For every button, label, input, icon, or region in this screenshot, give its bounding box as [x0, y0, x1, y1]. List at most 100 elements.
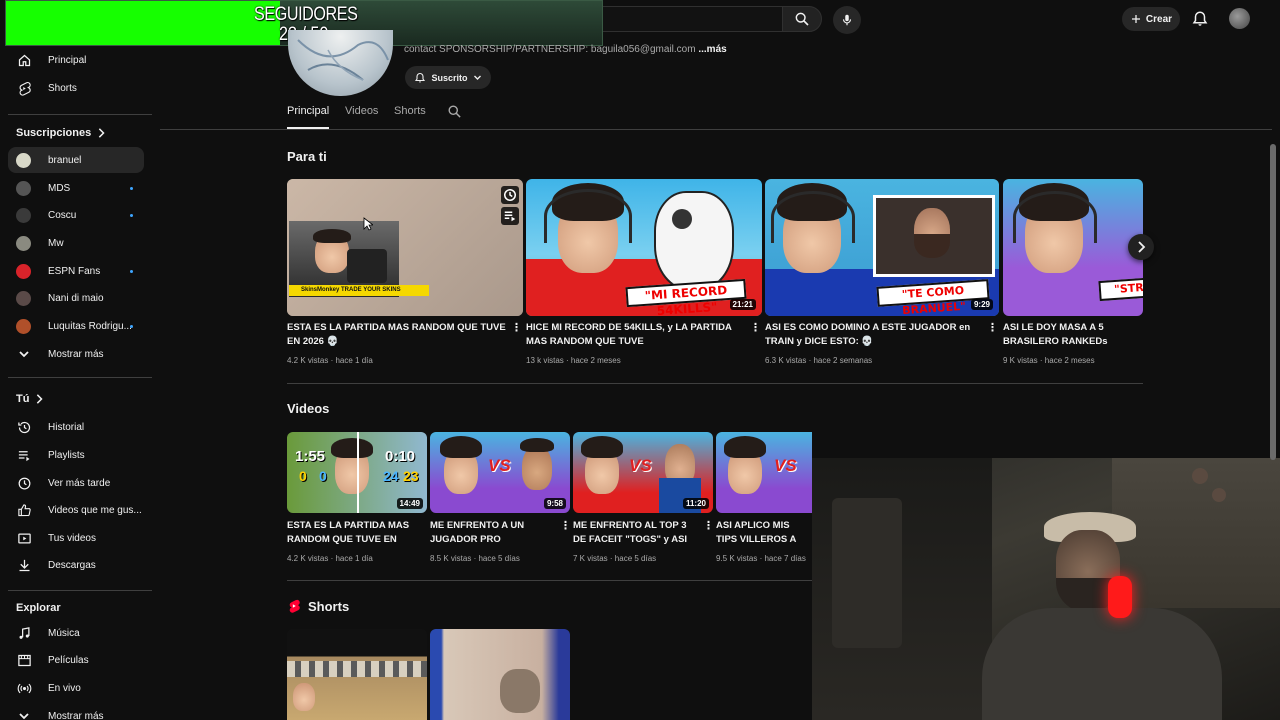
video-title[interactable]: ESTA ES LA PARTIDA MAS RANDOM QUE TUVE E…	[287, 519, 415, 547]
history-icon	[16, 419, 32, 435]
video-thumbnail[interactable]: VS 9:58	[430, 432, 570, 513]
show-more-explore[interactable]: Mostrar más	[8, 703, 144, 720]
sidebar-item-movies[interactable]: Películas	[8, 647, 144, 673]
sidebar-item-playlists[interactable]: Playlists	[8, 442, 144, 468]
section-title-videos: Videos	[287, 401, 330, 416]
video-title[interactable]: ME ENFRENTO AL TOP 3 DE FACEIT "TOGS" y …	[573, 519, 701, 547]
tab-shorts[interactable]: Shorts	[394, 105, 426, 117]
video-title[interactable]: ASI ES COMO DOMINO A ESTE JUGADOR en TRA…	[765, 321, 985, 349]
you-heading-label: Tú	[16, 393, 30, 405]
sidebar-item-watch-later[interactable]: Ver más tarde	[8, 470, 144, 496]
channel-avatar	[16, 235, 31, 251]
sidebar-subscription-branuel[interactable]: branuel	[8, 147, 144, 173]
more-options-icon[interactable]: ⋮	[750, 321, 761, 334]
channel-avatar-large[interactable]	[288, 30, 393, 96]
video-title[interactable]: ME ENFRENTO A UN JUGADOR PRO ARGENTINO..…	[430, 519, 558, 547]
video-thumbnail[interactable]: SkinsMonkey TRADE YOUR SKINS	[287, 179, 523, 316]
thumbnail-banner: "STR	[1098, 276, 1143, 302]
video-card[interactable]: SkinsMonkey TRADE YOUR SKINS ESTA ES LA …	[287, 179, 523, 369]
queue-icon	[504, 211, 516, 222]
video-title[interactable]: ASI APLICO MIS TIPS VILLEROS A UN JUGAD	[716, 519, 812, 547]
sidebar-item-your-videos[interactable]: Tus videos	[8, 525, 144, 551]
score-num: 24	[383, 468, 399, 484]
sidebar-subscription-coscu[interactable]: Coscu	[8, 202, 144, 228]
sidebar-item-label: Música	[48, 627, 80, 639]
sidebar-subscription-mw[interactable]: Mw	[8, 230, 144, 256]
sidebar-item-downloads[interactable]: Descargas	[8, 552, 144, 578]
video-card[interactable]: "MI RECORD 54KILLS" 21:21 HICE MI RECORD…	[526, 179, 762, 369]
add-to-queue-button[interactable]	[501, 207, 519, 225]
more-options-icon[interactable]: ⋮	[511, 321, 522, 334]
followers-progress-fill	[6, 1, 281, 45]
show-more-subscriptions[interactable]: Mostrar más	[8, 341, 144, 367]
channel-description[interactable]: contact SPONSORSHIP/PARTNERSHIP: baguila…	[404, 44, 727, 55]
video-card[interactable]: "TE COMO BRANUEL" 9:29 ASI ES COMO DOMIN…	[765, 179, 1001, 369]
search-button[interactable]	[782, 6, 822, 32]
channel-avatar	[16, 207, 31, 223]
chevron-down-icon	[16, 346, 32, 362]
versus-label: VS	[488, 456, 511, 475]
subscriptions-heading-label: Suscripciones	[16, 127, 92, 139]
downloads-icon	[16, 557, 32, 573]
sidebar-item-principal[interactable]: Principal	[8, 47, 144, 73]
bell-icon	[1192, 11, 1208, 26]
account-avatar[interactable]	[1229, 8, 1250, 29]
sidebar-item-shorts[interactable]: Shorts	[8, 75, 144, 101]
sidebar-item-label: Luquitas Rodrigu...	[48, 320, 132, 332]
video-card[interactable]: VS 9:58 ME ENFRENTO A UN JUGADOR PRO ARG…	[430, 432, 571, 568]
subscribed-button[interactable]: Suscrito	[405, 66, 491, 89]
notifications-button[interactable]	[1191, 10, 1209, 28]
voice-search-button[interactable]	[833, 6, 861, 34]
short-thumbnail[interactable]	[430, 629, 570, 720]
sidebar-subscription-nani-di-maio[interactable]: Nani di maio	[8, 285, 144, 311]
video-title[interactable]: ASI LE DOY MASA A 5 BRASILERO RANKEDs	[1003, 321, 1143, 349]
short-thumbnail[interactable]	[287, 629, 427, 720]
page-scrollbar[interactable]	[1270, 144, 1276, 460]
sidebar-subscription-luquitas[interactable]: Luquitas Rodrigu...	[8, 313, 144, 339]
video-title[interactable]: ESTA ES LA PARTIDA MAS RANDOM QUE TUVE E…	[287, 321, 507, 349]
video-thumbnail[interactable]: "TE COMO BRANUEL" 9:29	[765, 179, 999, 316]
more-options-icon[interactable]: ⋮	[987, 321, 998, 334]
you-heading[interactable]: Tú	[16, 393, 44, 405]
video-title[interactable]: HICE MI RECORD DE 54KILLS, y LA PARTIDA …	[526, 321, 746, 349]
sidebar-item-history[interactable]: Historial	[8, 414, 144, 440]
video-meta: 9.5 K vistas · hace 7 días	[716, 554, 806, 563]
video-thumbnail[interactable]: VS	[716, 432, 812, 513]
search-input[interactable]	[598, 6, 782, 32]
chevron-down-icon	[473, 75, 481, 80]
sidebar-subscription-mds[interactable]: MDS	[8, 175, 144, 201]
description-more-link[interactable]: ...más	[698, 44, 726, 55]
video-duration: 14:49	[396, 498, 423, 509]
tabs-divider	[160, 129, 1272, 130]
sidebar-item-label: Videos que me gus...	[48, 504, 142, 516]
sidebar-item-music[interactable]: Música	[8, 620, 144, 646]
sidebar-item-liked-videos[interactable]: Videos que me gus...	[8, 497, 144, 523]
sidebar-item-label: En vivo	[48, 682, 81, 694]
tab-principal[interactable]: Principal	[287, 105, 329, 117]
video-card[interactable]: 1:55 0:10 0 0 24 23 14:49 ESTA ES LA PAR…	[287, 432, 427, 568]
sidebar-item-live[interactable]: En vivo	[8, 675, 144, 701]
carousel-next-button[interactable]	[1128, 234, 1154, 260]
more-options-icon[interactable]: ⋮	[560, 519, 571, 532]
video-card[interactable]: VS 11:20 ME ENFRENTO AL TOP 3 DE FACEIT …	[573, 432, 714, 568]
sidebar-item-label: MDS	[48, 182, 71, 194]
video-meta: 4.2 K vistas · hace 1 día	[287, 554, 373, 563]
watch-later-button[interactable]	[501, 186, 519, 204]
video-meta: 9 K vistas · hace 2 meses	[1003, 356, 1095, 365]
sidebar-subscription-espn-fans[interactable]: ESPN Fans	[8, 258, 144, 284]
video-thumbnail[interactable]: VS 11:20	[573, 432, 713, 513]
video-card[interactable]: VS ASI APLICO MIS TIPS VILLEROS A UN JUG…	[716, 432, 812, 568]
tab-videos[interactable]: Videos	[345, 105, 378, 117]
video-thumbnail[interactable]: "STR	[1003, 179, 1143, 316]
video-thumbnail[interactable]: "MI RECORD 54KILLS" 21:21	[526, 179, 762, 316]
subscriptions-heading[interactable]: Suscripciones	[16, 127, 105, 139]
video-thumbnail[interactable]: 1:55 0:10 0 0 24 23 14:49	[287, 432, 427, 513]
more-options-icon[interactable]: ⋮	[703, 519, 714, 532]
video-card[interactable]: "STR ASI LE DOY MASA A 5 BRASILERO RANKE…	[1003, 179, 1143, 369]
video-meta: 8.5 K vistas · hace 5 días	[430, 554, 520, 563]
home-icon	[16, 52, 32, 68]
tab-search[interactable]	[447, 104, 462, 119]
create-button[interactable]: Crear	[1122, 7, 1180, 31]
sidebar-item-label: Nani di maio	[48, 292, 104, 304]
video-duration: 9:29	[970, 299, 993, 310]
